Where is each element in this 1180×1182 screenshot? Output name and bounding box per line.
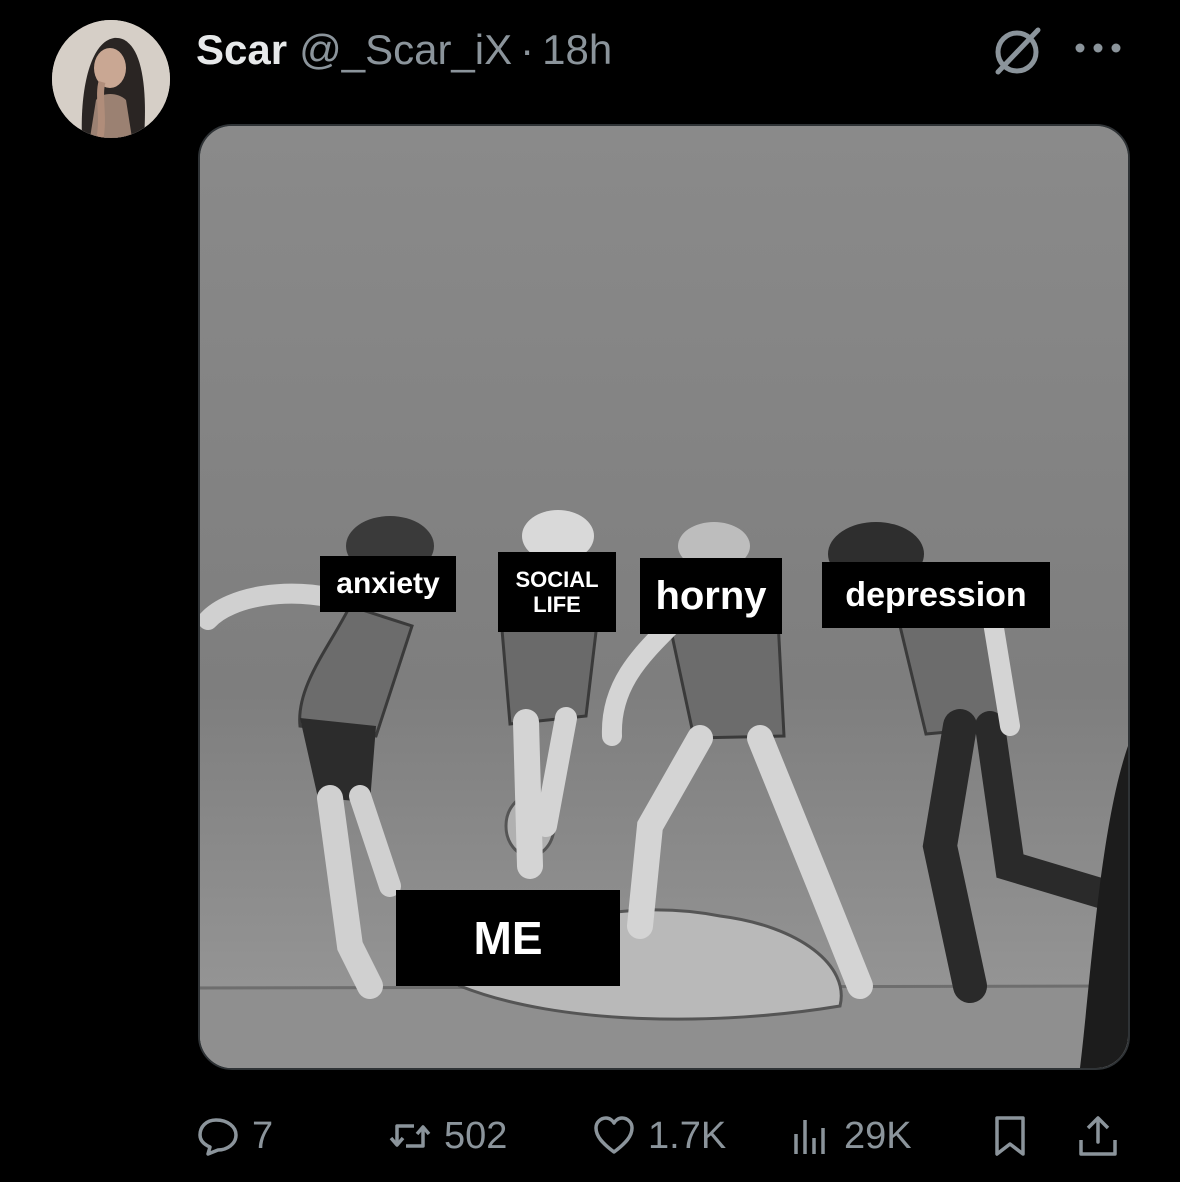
tweet-media[interactable]: anxiety SOCIAL LIFE horny depression ME [198, 124, 1130, 1070]
avatar[interactable] [52, 20, 170, 138]
reply-button[interactable]: 7 [196, 1108, 273, 1164]
retweet-icon [389, 1124, 431, 1148]
label-social-life: SOCIAL LIFE [498, 552, 616, 632]
more-icon[interactable] [1070, 30, 1126, 66]
views-icon [794, 1120, 825, 1154]
reply-count: 7 [252, 1114, 274, 1157]
tweet-action-bar: 7 502 1.7K 29K [196, 1108, 1136, 1164]
label-depression: depression [822, 562, 1050, 628]
like-count: 1.7K [648, 1114, 727, 1157]
reply-icon [198, 1118, 238, 1156]
share-icon [1079, 1116, 1117, 1156]
label-anxiety: anxiety [320, 556, 456, 612]
timestamp[interactable]: 18h [542, 26, 612, 74]
avatar-image [52, 20, 170, 138]
bookmark-icon [995, 1116, 1025, 1156]
like-button[interactable]: 1.7K [592, 1108, 726, 1164]
views-button[interactable]: 29K [788, 1108, 912, 1164]
retweet-button[interactable]: 502 [388, 1108, 507, 1164]
views-count: 29K [844, 1114, 912, 1157]
separator-dot: · [520, 26, 535, 73]
label-horny: horny [640, 558, 782, 634]
bookmark-button[interactable] [988, 1108, 1044, 1164]
tweet-header: Scar @_Scar_iX · 18h [196, 22, 612, 78]
user-handle[interactable]: @_Scar_iX [299, 26, 512, 74]
grok-icon[interactable] [990, 26, 1046, 76]
label-me: ME [396, 890, 620, 986]
display-name[interactable]: Scar [196, 26, 287, 74]
retweet-count: 502 [444, 1114, 508, 1157]
share-button[interactable] [1076, 1108, 1132, 1164]
like-icon [594, 1116, 634, 1154]
